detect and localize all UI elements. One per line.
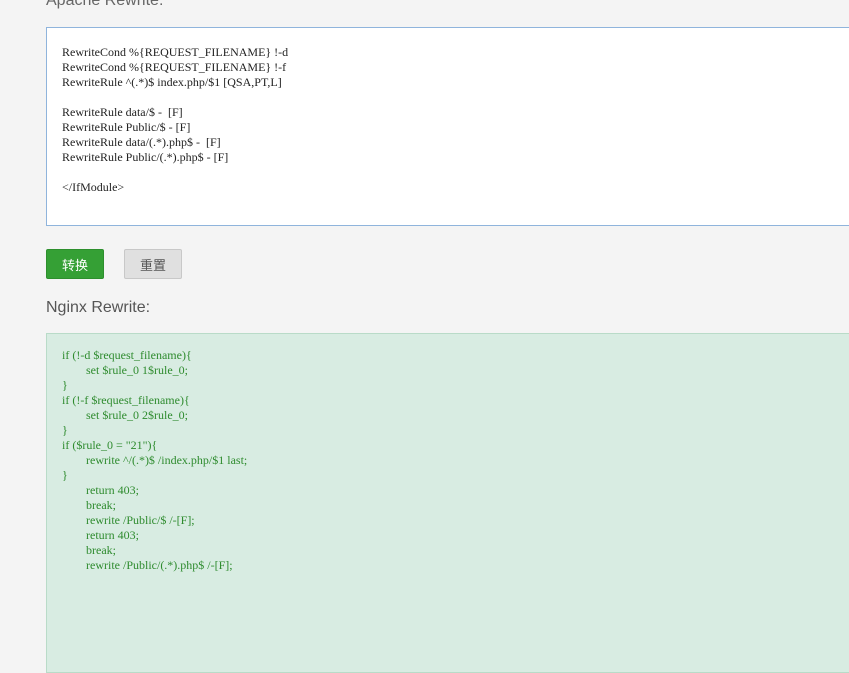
- apache-rewrite-label: Apache Rewrite:: [46, 0, 164, 9]
- nginx-rewrite-label: Nginx Rewrite:: [46, 299, 151, 316]
- reset-button[interactable]: 重置: [124, 249, 182, 279]
- nginx-rewrite-output[interactable]: if (!-d $request_filename){ set $rule_0 …: [46, 333, 849, 673]
- apache-rewrite-input[interactable]: [46, 27, 849, 226]
- convert-button[interactable]: 转换: [46, 249, 104, 279]
